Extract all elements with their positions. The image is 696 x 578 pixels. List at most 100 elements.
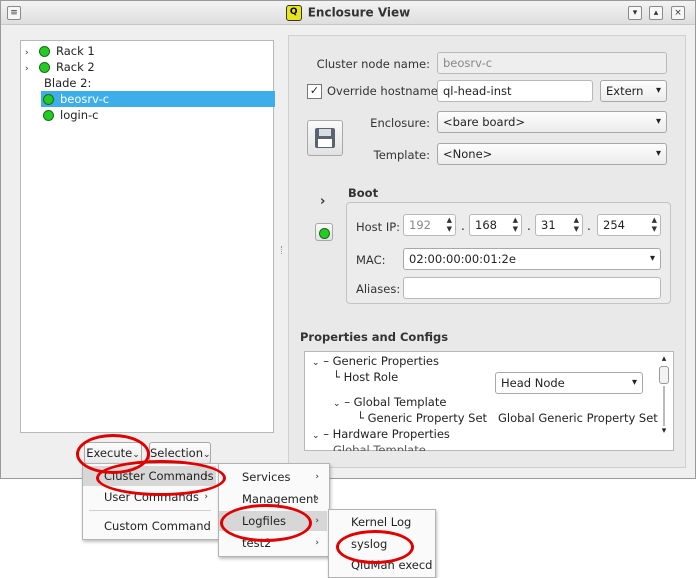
- execute-button[interactable]: Execute⌄: [84, 442, 142, 464]
- host-ip-octet-1: 192 ▲ ▼: [403, 214, 456, 236]
- cluster-node-name-label: Cluster node name:: [316, 57, 430, 71]
- host-ip-label: Host IP:: [356, 220, 401, 234]
- window-title: Enclosure View: [307, 5, 411, 20]
- prop-row-host-role[interactable]: └ Host Role: [333, 370, 398, 384]
- ip-dot: .: [587, 219, 591, 233]
- octet-value: 192: [409, 218, 431, 232]
- host-tree[interactable]: › Rack 1 › Rack 2 Blade 2: beosrv-c login-…: [20, 40, 275, 433]
- mac-select[interactable]: 02:00:00:00:01:2e ▾: [403, 248, 661, 270]
- spin-arrows-icon: ▲ ▼: [446, 216, 452, 233]
- template-select-value: <None>: [443, 147, 493, 161]
- extern-select[interactable]: Extern ▾: [600, 80, 667, 102]
- properties-tree[interactable]: ⌄ – Generic Properties └ Host Role Head …: [304, 351, 674, 451]
- prop-label: Hardware Properties: [332, 427, 450, 441]
- execute-button-label: Execute: [86, 446, 133, 460]
- tree-item-login-c[interactable]: login-c: [43, 107, 99, 123]
- prop-row-global-template[interactable]: ⌄ – Global Template: [333, 395, 446, 409]
- prop-label: Generic Property Set: [367, 411, 488, 425]
- tree-item-rack-1[interactable]: › Rack 1: [25, 43, 95, 59]
- octet-value: 168: [475, 218, 497, 232]
- submenu-arrow-icon: ›: [315, 472, 319, 482]
- splitter-handle[interactable]: [281, 246, 284, 254]
- cluster-node-name-field: beosrv-c: [437, 52, 667, 74]
- prop-row-generic-properties[interactable]: ⌄ – Generic Properties: [312, 354, 439, 368]
- minimize-button[interactable]: ▾: [628, 6, 642, 20]
- menu-item-management[interactable]: Management ›: [219, 489, 327, 509]
- menu-item-qluman-execd[interactable]: QluMan execd: [329, 555, 433, 575]
- submenu-arrow-icon: ›: [315, 538, 319, 548]
- tree-item-label: Rack 1: [56, 44, 95, 58]
- prop-row-global-template-2[interactable]: Global Template: [333, 443, 426, 451]
- spin-arrows-icon[interactable]: ▲ ▼: [574, 216, 579, 234]
- status-green-icon: [43, 94, 54, 105]
- selection-button[interactable]: Selection⌄: [149, 442, 211, 464]
- host-ip-octet-3[interactable]: 31 ▲ ▼: [535, 214, 583, 236]
- spin-arrows-icon[interactable]: ▲ ▼: [652, 216, 657, 234]
- menu-item-custom-command[interactable]: Custom Command: [83, 516, 216, 536]
- floppy-disk-icon: [315, 128, 335, 148]
- enclosure-view-window: ≡ Q Enclosure View ▾ ▴ × › Rack 1 › Rack 2 …: [0, 0, 696, 479]
- menu-item-label: Management: [242, 492, 318, 506]
- aliases-label: Aliases:: [356, 282, 401, 296]
- status-green-icon: [43, 110, 54, 121]
- chevron-down-icon: ▾: [649, 253, 655, 264]
- window-title-area: Q Enclosure View: [1, 5, 695, 21]
- ip-dot: .: [527, 219, 531, 233]
- save-button[interactable]: [307, 120, 343, 156]
- tree-item-beosrv-c[interactable]: beosrv-c: [41, 91, 275, 107]
- enclosure-label: Enclosure:: [370, 116, 430, 130]
- menu-item-label: Kernel Log: [351, 515, 412, 529]
- expand-arrow-icon[interactable]: ⌄: [333, 399, 341, 409]
- host-role-select[interactable]: Head Node ▾: [495, 372, 643, 394]
- menu-item-test2[interactable]: test2 ›: [219, 533, 327, 553]
- template-label: Template:: [373, 148, 430, 162]
- override-hostname-label: Override hostname:: [327, 84, 442, 98]
- menu-item-logfiles[interactable]: Logfiles ›: [219, 511, 327, 531]
- menu-item-kernel-log[interactable]: Kernel Log: [329, 512, 433, 532]
- menu-item-label: Custom Command: [104, 519, 211, 533]
- boot-status-button[interactable]: [315, 223, 333, 241]
- prop-label: Host Role: [343, 370, 399, 384]
- menu-item-label: User Commands: [104, 490, 199, 504]
- prop-row-hardware-properties[interactable]: ⌄ – Hardware Properties: [312, 427, 450, 441]
- menu-item-cluster-commands[interactable]: Cluster Commands ›: [83, 466, 216, 486]
- aliases-input[interactable]: [403, 277, 661, 299]
- prop-label: Global Template: [353, 395, 447, 409]
- override-hostname-input[interactable]: ql-head-inst: [437, 80, 593, 102]
- override-hostname-checkbox[interactable]: ✓: [307, 84, 322, 99]
- tree-item-rack-2[interactable]: › Rack 2: [25, 59, 95, 75]
- menu-item-label: Cluster Commands: [104, 469, 214, 483]
- mac-select-value: 02:00:00:00:01:2e: [409, 252, 516, 266]
- prop-value-global-generic-property-set: Global Generic Property Set: [498, 411, 658, 425]
- menu-item-syslog[interactable]: syslog: [329, 534, 433, 554]
- enclosure-select[interactable]: <bare board> ▾: [437, 111, 667, 133]
- host-role-value: Head Node: [501, 376, 565, 390]
- menu-item-user-commands[interactable]: User Commands ›: [83, 487, 216, 507]
- expand-arrow-icon[interactable]: ⌄: [312, 358, 320, 368]
- extern-select-value: Extern: [606, 84, 644, 98]
- status-green-icon: [39, 62, 50, 73]
- menu-item-label: QluMan execd: [351, 558, 433, 572]
- spin-arrows-icon[interactable]: ▲ ▼: [513, 216, 518, 234]
- menu-item-label: Logfiles: [242, 514, 287, 528]
- close-button[interactable]: ×: [671, 6, 685, 20]
- prop-row-generic-property-set[interactable]: └ Generic Property Set: [357, 411, 487, 425]
- tree-item-blade-2[interactable]: Blade 2:: [44, 75, 91, 91]
- host-ip-octet-2[interactable]: 168 ▲ ▼: [469, 214, 522, 236]
- properties-scrollbar[interactable]: ▴ ▾: [657, 354, 671, 448]
- menu-item-services[interactable]: Services ›: [219, 467, 327, 487]
- tree-item-label: beosrv-c: [60, 92, 110, 106]
- ip-dot: .: [461, 219, 465, 233]
- app-logo-icon: Q: [285, 5, 302, 21]
- octet-value: 31: [541, 218, 556, 232]
- boot-expand-arrow-icon[interactable]: ›: [320, 194, 325, 209]
- host-ip-octet-4[interactable]: 254 ▲ ▼: [597, 214, 661, 236]
- maximize-button[interactable]: ▴: [649, 6, 663, 20]
- execute-menu: Cluster Commands › User Commands › Custom …: [82, 463, 219, 540]
- expand-arrow-icon[interactable]: ⌄: [312, 431, 320, 441]
- template-select[interactable]: <None> ▾: [437, 143, 667, 165]
- chevron-down-icon: ▾: [655, 116, 661, 127]
- boot-group: Host IP: 192 ▲ ▼ . 168 ▲ ▼ . 31 ▲ ▼ . 254 ▲ ▼ MA…: [346, 202, 671, 304]
- expand-arrow-icon[interactable]: ›: [25, 61, 33, 77]
- boot-heading: Boot: [348, 186, 379, 200]
